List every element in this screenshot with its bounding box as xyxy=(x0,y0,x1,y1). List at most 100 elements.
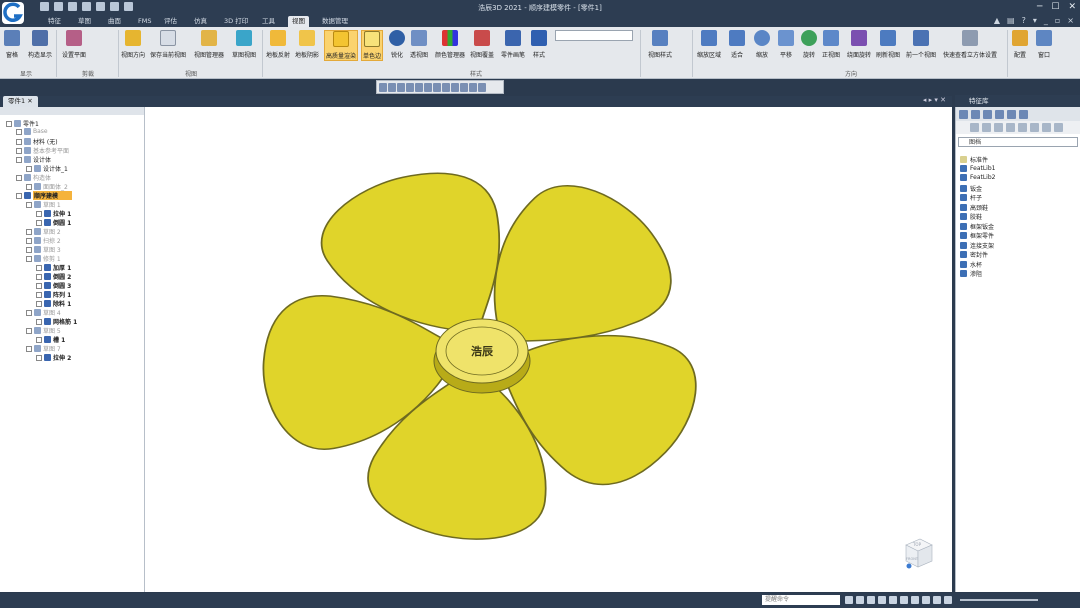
help-menu-icon[interactable]: ▾ xyxy=(1033,16,1037,25)
part-painter-button[interactable]: 零件画笔 xyxy=(501,30,525,59)
tree-node[interactable]: 面面体_2 xyxy=(26,182,68,191)
tree-checkbox[interactable] xyxy=(36,282,42,289)
tree-node[interactable]: 倒圆 1 xyxy=(36,218,71,227)
tree-node[interactable]: 基本参考平面 xyxy=(16,146,69,155)
new-folder-icon[interactable] xyxy=(1030,123,1039,132)
tree-checkbox[interactable] xyxy=(16,174,22,181)
tree-node[interactable]: 草图 4 xyxy=(26,308,61,317)
library-item[interactable]: 胶鞋 xyxy=(960,212,982,221)
configure-button[interactable]: 配置 xyxy=(1012,30,1028,59)
status-view-icon[interactable] xyxy=(911,596,919,604)
sketch-view-button[interactable]: 草图视图 xyxy=(232,30,256,59)
monochrome-edge-button[interactable]: 单色边 xyxy=(361,30,384,61)
status-pan-icon[interactable] xyxy=(889,596,897,604)
tree-checkbox[interactable] xyxy=(36,318,42,325)
library-grid-icon[interactable] xyxy=(971,110,980,119)
tab-simulation[interactable]: 仿真 xyxy=(190,16,211,27)
construction-display-button[interactable]: 构造显示 xyxy=(28,30,52,59)
library-item[interactable]: FeatLib2 xyxy=(960,174,995,181)
tree-checkbox[interactable] xyxy=(26,255,32,262)
tree-node[interactable]: 草图 3 xyxy=(26,245,61,254)
rotate-icon[interactable] xyxy=(397,83,405,92)
tree-node[interactable]: 除料 1 xyxy=(36,299,71,308)
tree-checkbox[interactable] xyxy=(26,237,32,244)
zoom-fit-icon[interactable] xyxy=(388,83,396,92)
search-icon[interactable] xyxy=(1054,123,1063,132)
tree-checkbox[interactable] xyxy=(26,183,32,190)
shade-icon[interactable] xyxy=(406,83,414,92)
tree-checkbox[interactable] xyxy=(36,219,42,226)
tab-data-management[interactable]: 数据管理 xyxy=(318,16,352,27)
tab-feature[interactable]: 特征 xyxy=(44,16,65,27)
status-zoom-area-icon[interactable] xyxy=(878,596,886,604)
tree-checkbox[interactable] xyxy=(26,327,32,334)
tree-node[interactable]: 顺序建模 xyxy=(16,191,73,200)
library-item[interactable]: 杆子 xyxy=(960,193,982,202)
library-item[interactable]: 框架钣金 xyxy=(960,222,994,231)
collapse-ribbon-icon[interactable]: ▲ xyxy=(994,16,1000,25)
doc-restore-icon[interactable]: ▫ xyxy=(1055,16,1060,25)
zoom-slider[interactable] xyxy=(960,599,1038,601)
tree-checkbox[interactable] xyxy=(36,264,42,271)
edit-icon[interactable] xyxy=(1018,123,1027,132)
tree-checkbox[interactable] xyxy=(36,273,42,280)
library-item[interactable]: 渗阻 xyxy=(960,269,982,278)
tree-node[interactable]: 拉伸 2 xyxy=(36,353,71,362)
tree-checkbox[interactable] xyxy=(16,138,22,145)
tree-checkbox[interactable] xyxy=(26,345,32,352)
sharpen-button[interactable]: 锐化 xyxy=(389,30,405,59)
library-tool-icon[interactable] xyxy=(995,110,1004,119)
zoom-area-button[interactable]: 缩放区域 xyxy=(697,30,721,59)
normal-view-button[interactable]: 正视图 xyxy=(822,30,840,59)
tree-node[interactable]: 加厚 1 xyxy=(36,263,71,272)
library-item[interactable]: 钣金 xyxy=(960,184,982,193)
status-save-icon[interactable] xyxy=(933,596,941,604)
tree-checkbox[interactable] xyxy=(26,246,32,253)
library-home-icon[interactable] xyxy=(959,110,968,119)
tree-node[interactable]: 网格筋 1 xyxy=(36,317,77,326)
previous-view-button[interactable]: 前一个视图 xyxy=(906,30,936,59)
display-icon[interactable] xyxy=(442,83,450,92)
close-button[interactable]: ✕ xyxy=(1068,2,1076,12)
doc-minimize-icon[interactable]: _ xyxy=(1044,16,1048,25)
tree-checkbox[interactable] xyxy=(16,128,22,135)
floor-reflection-button[interactable]: 地板反射 xyxy=(266,30,290,59)
tree-checkbox[interactable] xyxy=(36,210,42,217)
style-button[interactable]: 样式 xyxy=(531,30,547,59)
style-dropdown[interactable] xyxy=(555,30,633,41)
doc-tab-controls[interactable]: ◂ ▸ ▾ ✕ xyxy=(923,96,946,104)
3d-viewport[interactable]: 浩辰 xyxy=(145,107,952,592)
section-icon[interactable] xyxy=(424,83,432,92)
library-color-icon[interactable] xyxy=(983,110,992,119)
window-button[interactable]: 窗口 xyxy=(1036,30,1052,59)
lights-icon[interactable] xyxy=(451,83,459,92)
library-item[interactable]: 密封件 xyxy=(960,250,988,259)
view-cube-settings-button[interactable]: 快速查看立方体设置 xyxy=(943,30,997,59)
tree-checkbox[interactable] xyxy=(16,156,22,163)
document-tab[interactable]: 零件1 ✕ xyxy=(3,96,38,107)
status-shade-icon[interactable] xyxy=(922,596,930,604)
pan-button[interactable]: 平移 xyxy=(778,30,794,59)
tree-node[interactable]: 倒圆 3 xyxy=(36,281,71,290)
save-current-view-button[interactable]: 保存当前视图 xyxy=(150,30,186,59)
tree-node[interactable]: 槽 1 xyxy=(36,335,65,344)
status-fit-icon[interactable] xyxy=(856,596,864,604)
tree-node[interactable]: 设计体 xyxy=(16,155,51,164)
tree-node[interactable]: 草图 1 xyxy=(26,200,61,209)
color-manager-button[interactable]: 颜色管理器 xyxy=(435,30,465,59)
tree-node[interactable]: 修剪 1 xyxy=(26,254,61,263)
high-quality-render-button[interactable]: 高质量渲染 xyxy=(324,30,359,61)
rotate-button[interactable]: 旋转 xyxy=(801,30,817,59)
tree-checkbox[interactable] xyxy=(26,201,32,208)
up-icon[interactable] xyxy=(994,123,1003,132)
tree-node[interactable]: 拉伸 1 xyxy=(36,209,71,218)
tab-3d-print[interactable]: 3D 打印 xyxy=(220,16,252,27)
minimize-button[interactable]: ─ xyxy=(1037,2,1042,12)
status-print-icon[interactable] xyxy=(944,596,952,604)
tree-node[interactable]: 阵列 1 xyxy=(36,290,71,299)
pane-button[interactable]: 窗格 xyxy=(4,30,20,59)
list-icon[interactable] xyxy=(1042,123,1051,132)
library-item[interactable]: 框架零件 xyxy=(960,231,994,240)
tree-checkbox[interactable] xyxy=(26,309,32,316)
fit-button[interactable]: 适合 xyxy=(729,30,745,59)
